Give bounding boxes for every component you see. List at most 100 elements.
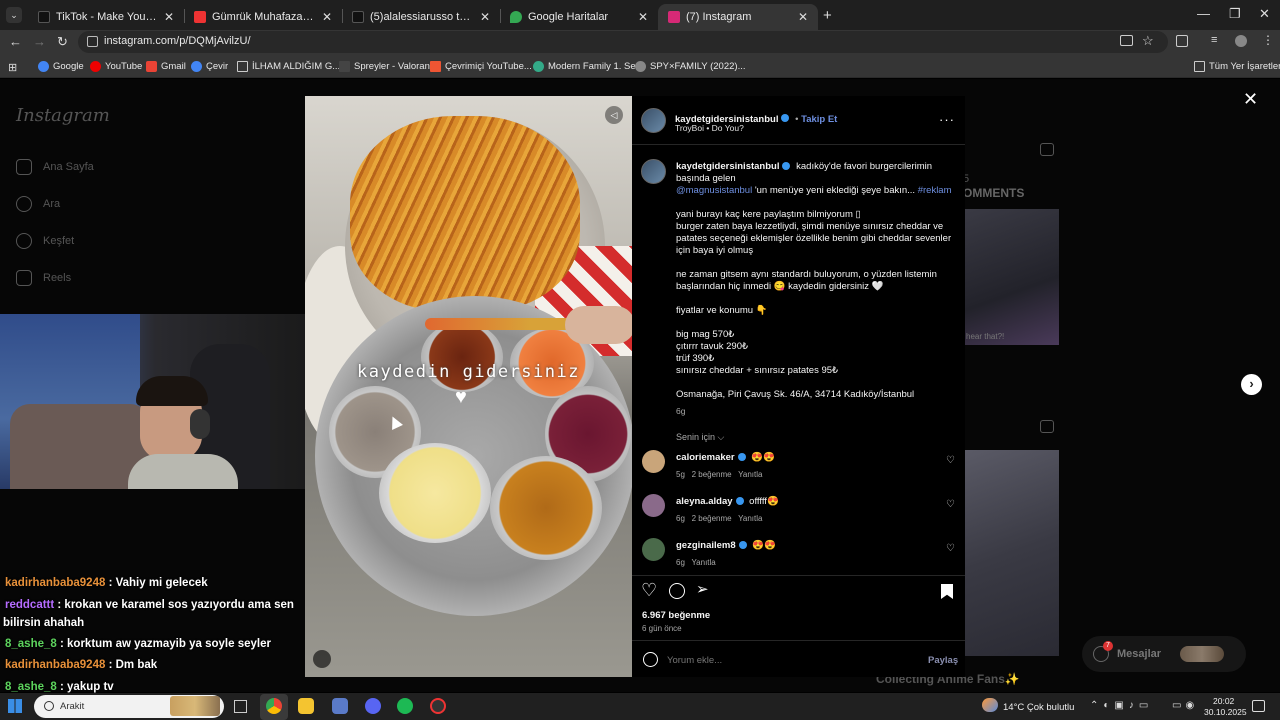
like-icon[interactable]: ♡	[641, 580, 657, 601]
new-tab-button[interactable]: +	[823, 7, 832, 24]
bookmark-valorant[interactable]: Spreyler - Valorant	[339, 61, 433, 72]
comment-avatar[interactable]	[642, 450, 665, 473]
comment-username[interactable]: aleyna.alday	[676, 496, 733, 507]
follow-button[interactable]: Takip Et	[801, 114, 837, 125]
tab-youtube[interactable]: Gümrük Muhafaza Türkiye 15. ✕	[184, 4, 342, 30]
network-volume-icons[interactable]: ▭◉	[1172, 700, 1198, 711]
back-icon[interactable]: ←	[9, 34, 22, 49]
task-view-icon[interactable]	[234, 700, 247, 713]
audio-muted-icon[interactable]: ◁	[605, 106, 623, 124]
nav-home[interactable]: Ana Sayfa	[16, 159, 94, 175]
like-comment-icon[interactable]: ♡	[946, 543, 955, 554]
comment-avatar[interactable]	[642, 538, 665, 561]
tab-instagram[interactable]: (7) Instagram ✕	[658, 4, 818, 30]
tab-tiktok[interactable]: TikTok - Make Your Day ✕	[28, 4, 184, 30]
install-app-icon[interactable]	[1120, 35, 1133, 46]
close-tab-icon[interactable]: ✕	[798, 10, 808, 24]
share-icon[interactable]: ➢	[696, 580, 709, 598]
youtube-icon	[90, 61, 101, 72]
notifications-icon[interactable]	[1252, 700, 1265, 712]
close-tab-icon[interactable]: ✕	[164, 10, 174, 24]
tagged-user-icon[interactable]	[313, 650, 331, 668]
bookmark-youtube-2[interactable]: Çevrimiçi YouTube...	[430, 61, 532, 72]
caption-price-line: big mag 570₺	[676, 329, 735, 340]
system-tray-icons[interactable]: ⌃◐▣♪▭	[1090, 700, 1153, 711]
audio-track[interactable]: TroyBoi • Do You?	[675, 123, 744, 133]
bookmark-gmail[interactable]: Gmail	[146, 61, 186, 72]
close-modal-icon[interactable]: ✕	[1243, 89, 1258, 110]
reply-button[interactable]: Yanıtla	[738, 470, 762, 479]
caption-author[interactable]: kaydetgidersinistanbul	[676, 161, 779, 172]
obs-icon[interactable]	[430, 698, 446, 714]
discord-icon[interactable]	[365, 698, 381, 714]
tab-tiktok-2[interactable]: (5)alalessiarusso tarafından olu ✕	[342, 4, 500, 30]
clock-date[interactable]: 30.10.2025	[1204, 707, 1247, 717]
bookmark-google[interactable]: Google	[38, 61, 84, 72]
for-you-dropdown[interactable]: Senin için ⌵	[676, 431, 724, 443]
instagram-logo[interactable]: Instagram	[16, 105, 110, 126]
caption-price-line: trüf 390₺	[676, 353, 715, 364]
windows-start-icon[interactable]	[8, 699, 22, 713]
maximize-button[interactable]: ❐	[1229, 6, 1241, 22]
post-image[interactable]: kaydedin gidersiniz ♥ ◁	[305, 96, 632, 677]
bookmark-folder[interactable]: İLHAM ALDIĞIM G...	[237, 61, 340, 72]
comment-text: 😍😍	[751, 452, 775, 463]
close-window-button[interactable]: ✕	[1259, 6, 1270, 22]
profile-avatar[interactable]	[1235, 35, 1247, 47]
apps-grid-icon[interactable]: ⊞	[8, 61, 17, 74]
caption-text: 'un menüye yeni eklediği şeye bakın...	[754, 185, 916, 196]
media-controls-icon[interactable]: ≡	[1211, 34, 1217, 46]
next-post-icon[interactable]: ›	[1241, 374, 1262, 395]
menu-icon[interactable]: ⋮	[1262, 33, 1274, 47]
comment-avatar[interactable]	[642, 494, 665, 517]
close-tab-icon[interactable]: ✕	[480, 10, 490, 24]
weather-text[interactable]: 14°C Çok bulutlu	[1003, 702, 1074, 713]
nav-explore[interactable]: Keşfet	[16, 233, 74, 249]
url-text[interactable]: instagram.com/p/DQMjAvilzU/	[104, 35, 251, 47]
spotify-icon[interactable]	[397, 698, 413, 714]
game-launcher-icon[interactable]	[332, 698, 348, 714]
caption-line: için baya iyi olmuş	[676, 245, 754, 256]
like-comment-icon[interactable]: ♡	[946, 499, 955, 510]
comment-likes[interactable]: 2 beğenme	[692, 470, 732, 479]
like-count[interactable]: 6.967 beğenme	[642, 610, 710, 621]
extensions-icon[interactable]	[1176, 35, 1188, 47]
like-comment-icon[interactable]: ♡	[946, 455, 955, 466]
reply-button[interactable]: Yanıtla	[738, 514, 762, 523]
search-icon	[16, 196, 32, 212]
bookmark-youtube[interactable]: YouTube	[90, 61, 142, 72]
clock-time[interactable]: 20:02	[1213, 696, 1234, 706]
file-explorer-icon[interactable]	[298, 698, 314, 714]
bookmark-modern-family[interactable]: Modern Family 1. Se...	[533, 61, 644, 72]
comment-input[interactable]	[667, 651, 917, 669]
bookmark-spy-family[interactable]: SPY×FAMILY (2022)...	[635, 61, 746, 72]
author-avatar[interactable]	[641, 108, 666, 133]
comment-icon[interactable]	[669, 583, 685, 599]
tab-label: Google Haritalar	[528, 11, 609, 23]
bookmark-translate[interactable]: Çevir	[191, 61, 228, 72]
tab-search-icon[interactable]: ⌄	[6, 7, 22, 23]
hashtag-link[interactable]: #reklam	[918, 185, 952, 196]
forward-icon[interactable]: →	[33, 34, 46, 49]
emoji-icon[interactable]	[643, 652, 658, 667]
nav-search[interactable]: Ara	[16, 196, 60, 212]
comment-likes[interactable]: 2 beğenme	[692, 514, 732, 523]
comment-username[interactable]: gezginailem8	[676, 540, 736, 551]
reload-icon[interactable]: ↻	[57, 34, 68, 50]
all-bookmarks[interactable]: Tüm Yer İşaretleri	[1194, 61, 1280, 72]
more-options-icon[interactable]: ···	[939, 112, 955, 127]
chat-text: : krokan ve karamel sos yazıyordu ama se…	[57, 599, 294, 611]
close-tab-icon[interactable]: ✕	[638, 10, 648, 24]
post-comment-button[interactable]: Paylaş	[928, 655, 958, 666]
nav-reels[interactable]: Reels	[16, 270, 71, 286]
author-avatar[interactable]	[641, 159, 666, 184]
chrome-icon[interactable]	[266, 698, 282, 714]
minimize-button[interactable]: —	[1197, 6, 1210, 21]
tab-maps[interactable]: Google Haritalar ✕	[500, 4, 658, 30]
close-tab-icon[interactable]: ✕	[322, 10, 332, 24]
comment-username[interactable]: caloriemaker	[676, 452, 735, 463]
bookmark-star-icon[interactable]: ☆	[1142, 33, 1154, 49]
mention-link[interactable]: @magnusistanbul	[676, 185, 752, 196]
reply-button[interactable]: Yanıtla	[691, 558, 715, 567]
site-info-icon[interactable]	[87, 36, 98, 47]
